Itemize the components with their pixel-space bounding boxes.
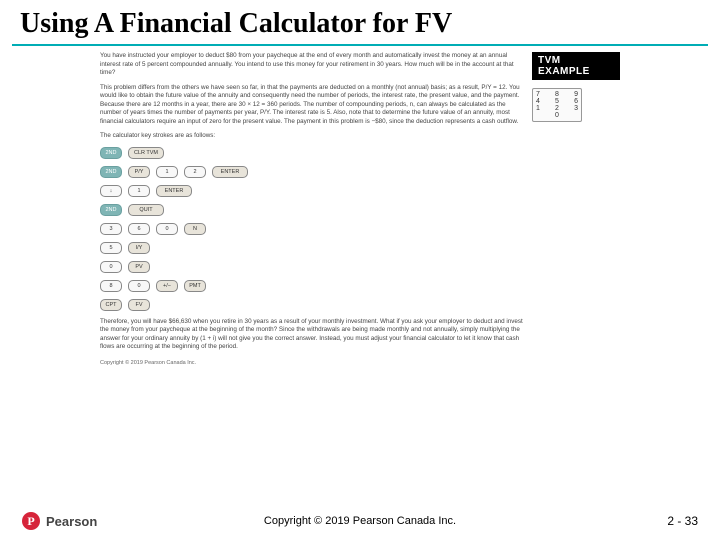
calculator-key: 2ND xyxy=(100,147,122,159)
keypad-row-1: 7 8 9 xyxy=(535,91,579,98)
keystroke-intro: The calculator key strokes are as follow… xyxy=(100,132,526,141)
calculator-key: QUIT xyxy=(128,204,164,216)
calculator-keypad: 7 8 9 4 5 6 1 2 3 0 xyxy=(532,88,582,122)
calculator-key: 2 xyxy=(184,166,206,178)
slide-title: Using A Financial Calculator for FV xyxy=(0,0,720,40)
calculator-key: 3 xyxy=(100,223,122,235)
tvm-example-badge: TVM EXAMPLE xyxy=(532,52,620,80)
keypad-zero: 0 xyxy=(535,112,579,119)
keypad-key: 3 xyxy=(574,105,578,112)
calculator-key: 8 xyxy=(100,280,122,292)
copyright-text: Copyright © 2019 Pearson Canada Inc. xyxy=(264,515,456,527)
calculator-key: 2ND xyxy=(100,166,122,178)
pearson-logo-icon: P xyxy=(22,512,40,530)
calculator-key: ENTER xyxy=(212,166,248,178)
figure-main-column: You have instructed your employer to ded… xyxy=(100,52,526,367)
calculator-key: FV xyxy=(128,299,150,311)
calculator-key: PV xyxy=(128,261,150,273)
figure-sidebar: TVM EXAMPLE 7 8 9 4 5 6 1 2 3 0 xyxy=(532,52,620,367)
keystroke-row: 2ND QUIT xyxy=(100,204,526,216)
calculator-key: 2ND xyxy=(100,204,122,216)
keypad-key: 9 xyxy=(574,91,578,98)
calculator-key: PMT xyxy=(184,280,206,292)
brand-block: P Pearson xyxy=(22,512,97,530)
result-paragraph: Therefore, you will have $66,630 when yo… xyxy=(100,318,526,352)
keypad-key: 5 xyxy=(555,98,559,105)
keystroke-row: ↓ 1 ENTER xyxy=(100,185,526,197)
calculator-key: 0 xyxy=(128,280,150,292)
figure-source-line: Copyright © 2019 Pearson Canada Inc. xyxy=(100,360,526,367)
keystroke-rows: 2NDCLR TVM2NDP/Y12ENTER↓1ENTER2NDQUIT360… xyxy=(100,147,526,311)
keystroke-row: 0 PV xyxy=(100,261,526,273)
calculator-key: 1 xyxy=(128,185,150,197)
figure-container: You have instructed your employer to ded… xyxy=(100,52,620,367)
keypad-key: 7 xyxy=(536,91,540,98)
title-underline xyxy=(12,44,708,46)
calculator-key: 1 xyxy=(156,166,178,178)
keypad-row-2: 4 5 6 xyxy=(535,98,579,105)
keystroke-row: CPT FV xyxy=(100,299,526,311)
keystroke-row: 2ND CLR TVM xyxy=(100,147,526,159)
calculator-key: P/Y xyxy=(128,166,150,178)
keystroke-row: 360N xyxy=(100,223,526,235)
brand-name: Pearson xyxy=(46,514,97,529)
slide-footer: P Pearson Copyright © 2019 Pearson Canad… xyxy=(0,512,720,530)
keypad-row-3: 1 2 3 xyxy=(535,105,579,112)
calculator-key: N xyxy=(184,223,206,235)
keypad-key: 6 xyxy=(574,98,578,105)
calculator-key: CPT xyxy=(100,299,122,311)
keypad-key: 1 xyxy=(536,105,540,112)
keypad-key: 2 xyxy=(555,105,559,112)
calculator-key: 0 xyxy=(156,223,178,235)
calculator-key: ENTER xyxy=(156,185,192,197)
calculator-key: 6 xyxy=(128,223,150,235)
calculator-key: I/Y xyxy=(128,242,150,254)
calculator-key: +/− xyxy=(156,280,178,292)
keystroke-row: 80 +/− PMT xyxy=(100,280,526,292)
keypad-key: 4 xyxy=(536,98,540,105)
calculator-key: 5 xyxy=(100,242,122,254)
problem-paragraph-1: You have instructed your employer to ded… xyxy=(100,52,526,78)
keystroke-row: 2ND P/Y 12 ENTER xyxy=(100,166,526,178)
problem-paragraph-2: This problem differs from the others we … xyxy=(100,84,526,127)
keystroke-row: 5 I/Y xyxy=(100,242,526,254)
keypad-key: 8 xyxy=(555,91,559,98)
calculator-key: ↓ xyxy=(100,185,122,197)
calculator-key: 0 xyxy=(100,261,122,273)
calculator-key: CLR TVM xyxy=(128,147,164,159)
page-number: 2 - 33 xyxy=(667,514,698,528)
